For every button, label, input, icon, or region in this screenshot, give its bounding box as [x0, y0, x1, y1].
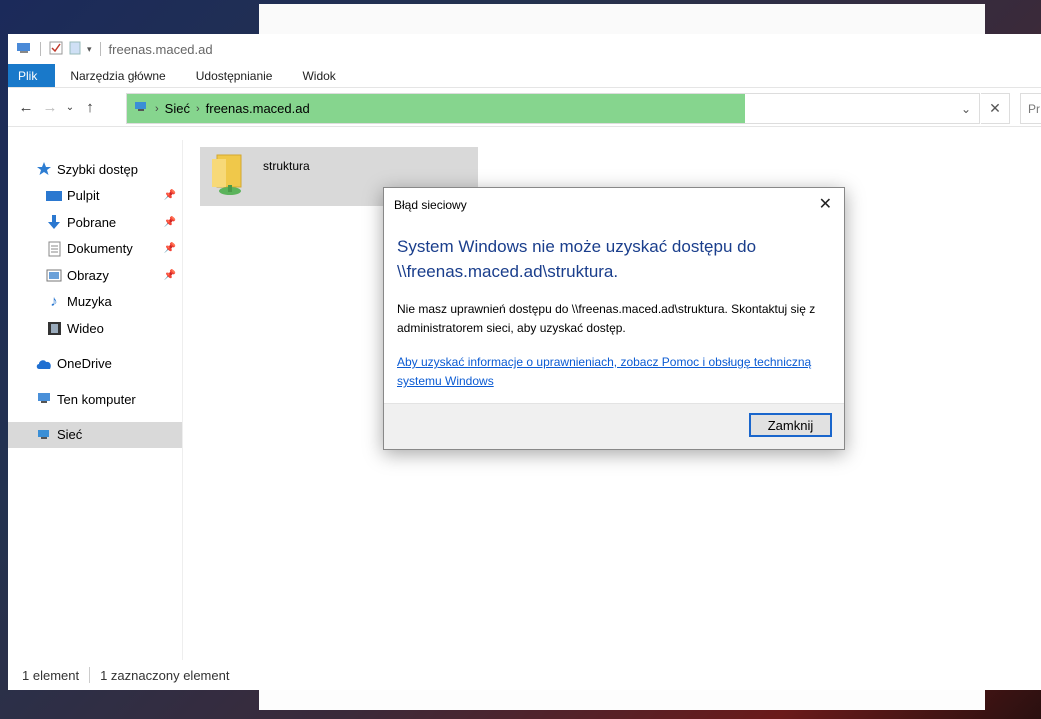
breadcrumb-network[interactable]: Sieć	[165, 101, 190, 116]
sidebar-item-music[interactable]: ♪ Muzyka	[8, 289, 182, 316]
tab-share[interactable]: Udostępnianie	[181, 64, 288, 87]
explorer-icon[interactable]	[16, 41, 32, 58]
quick-access-toolbar: ▾	[16, 41, 103, 58]
toolbar-separator	[40, 42, 41, 56]
customize-toolbar-chevron-icon[interactable]: ▾	[87, 44, 92, 55]
back-arrow-icon[interactable]: ←	[14, 99, 38, 116]
status-separator	[89, 667, 91, 683]
download-arrow-icon	[45, 214, 63, 230]
sidebar-item-label: Obrazy	[67, 267, 109, 283]
dialog-body-text: Nie masz uprawnień dostępu do \\freenas.…	[397, 302, 816, 335]
item-count: 1 element	[22, 667, 80, 683]
sidebar-item-label: Ten komputer	[57, 391, 136, 407]
sidebar-item-quick-access[interactable]: Szybki dostęp	[8, 156, 182, 183]
star-icon	[35, 161, 53, 177]
status-bar: 1 element 1 zaznaczony element	[8, 660, 1041, 690]
desktop-icon	[45, 188, 63, 204]
sidebar-item-label: Sieć	[57, 427, 83, 443]
pin-icon[interactable]: 📌	[164, 217, 176, 228]
sidebar-item-label: OneDrive	[57, 356, 112, 372]
dialog-footer: Zamknij	[384, 403, 844, 449]
sidebar-item-label: Pulpit	[67, 188, 100, 204]
background-window	[259, 4, 985, 34]
close-icon[interactable]: ✕	[819, 194, 832, 214]
stop-close-icon[interactable]: ✕	[981, 93, 1010, 124]
sidebar-item-desktop[interactable]: Pulpit 📌	[8, 183, 182, 210]
sidebar-item-label: Muzyka	[67, 294, 112, 310]
document-icon	[45, 241, 63, 257]
pin-icon[interactable]: 📌	[164, 270, 176, 281]
forward-arrow-icon[interactable]: →	[38, 99, 62, 116]
new-folder-icon[interactable]	[69, 41, 81, 58]
cloud-icon	[35, 356, 53, 372]
sidebar-item-pictures[interactable]: Obrazy 📌	[8, 262, 182, 289]
music-note-icon: ♪	[50, 293, 58, 311]
sidebar-item-network[interactable]: Sieć	[8, 421, 182, 448]
selected-count: 1 zaznaczony element	[100, 667, 230, 683]
breadcrumb-chevron-icon[interactable]: ›	[196, 103, 200, 115]
up-arrow-icon[interactable]: ↑	[78, 99, 102, 116]
shared-folder-icon	[208, 151, 248, 204]
navigation-bar: ← → ⌄ ↑ › Sieć › freenas.maced.ad ⌄ ✕ Pr	[8, 88, 1041, 127]
toolbar-separator	[99, 42, 101, 56]
search-input[interactable]: Pr	[1020, 93, 1041, 124]
sidebar-item-videos[interactable]: Wideo	[8, 315, 182, 342]
address-history-chevron-icon[interactable]: ⌄	[961, 102, 971, 116]
close-button[interactable]: Zamknij	[749, 413, 832, 437]
tab-view[interactable]: Widok	[287, 64, 350, 87]
sidebar-item-onedrive[interactable]: OneDrive	[8, 351, 182, 378]
help-link[interactable]: Aby uzyskać informacje o uprawnieniach, …	[397, 353, 837, 391]
sidebar-item-downloads[interactable]: Pobrane 📌	[8, 209, 182, 236]
address-bar[interactable]: › Sieć › freenas.maced.ad ⌄	[126, 93, 980, 124]
network-icon	[133, 100, 149, 117]
ribbon-tabs: Plik Narzędzia główne Udostępnianie Wido…	[8, 64, 1041, 88]
folder-name: struktura	[263, 159, 310, 173]
pin-icon[interactable]: 📌	[164, 243, 176, 254]
tab-home[interactable]: Narzędzia główne	[55, 64, 180, 87]
background-window-strip	[259, 690, 985, 710]
sidebar-item-this-pc[interactable]: Ten komputer	[8, 386, 182, 413]
sidebar-item-label: Dokumenty	[67, 241, 133, 257]
window-title: freenas.maced.ad	[108, 41, 213, 57]
navigation-pane: Szybki dostęp Pulpit 📌 Pobrane 📌 Dokumen…	[8, 140, 183, 660]
tab-file[interactable]: Plik	[8, 64, 56, 87]
sidebar-item-label: Wideo	[67, 320, 104, 336]
dialog-main-instruction: System Windows nie może uzyskać dostępu …	[397, 237, 757, 281]
film-icon	[45, 320, 63, 336]
sidebar-item-label: Szybki dostęp	[57, 161, 138, 177]
sidebar-item-documents[interactable]: Dokumenty 📌	[8, 236, 182, 263]
breadcrumb-host[interactable]: freenas.maced.ad	[206, 101, 310, 116]
properties-icon[interactable]	[49, 41, 63, 58]
picture-icon	[45, 267, 63, 283]
computer-icon	[35, 391, 53, 407]
sidebar-item-label: Pobrane	[67, 214, 117, 230]
recent-locations-chevron-icon[interactable]: ⌄	[62, 102, 78, 113]
breadcrumb-chevron-icon[interactable]: ›	[155, 103, 159, 115]
network-error-dialog: Błąd sieciowy ✕ System Windows nie może …	[383, 187, 845, 450]
pin-icon[interactable]: 📌	[164, 190, 176, 201]
title-bar: ▾ freenas.maced.ad	[8, 34, 1041, 64]
network-icon	[35, 427, 53, 443]
dialog-title: Błąd sieciowy	[394, 198, 467, 212]
